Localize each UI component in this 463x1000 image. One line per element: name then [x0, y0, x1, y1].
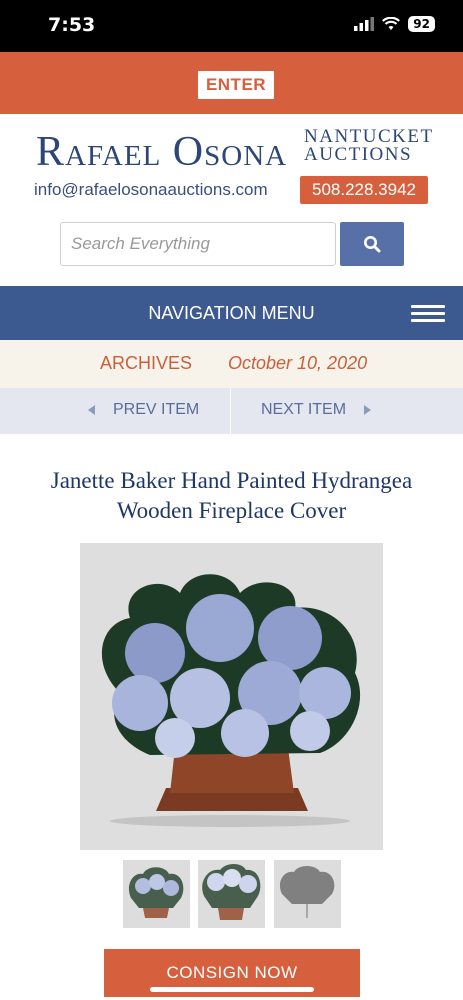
status-time: 7:53: [48, 14, 96, 36]
archives-link[interactable]: ARCHIVES: [100, 353, 192, 374]
pager-divider: [230, 388, 231, 434]
navigation-menu[interactable]: NAVIGATION MENU: [0, 286, 463, 340]
email-link[interactable]: info@rafaelosonaauctions.com: [34, 180, 268, 200]
prev-item-label: PREV ITEM: [113, 401, 200, 418]
next-item-button[interactable]: NEXT ITEM: [261, 401, 372, 419]
item-title: Janette Baker Hand Painted Hydrangea Woo…: [50, 468, 413, 523]
chevron-left-icon: [88, 405, 95, 415]
battery-icon: 92: [408, 16, 435, 32]
logo-main-text: Rafael Osona: [36, 129, 288, 175]
item-pager: [0, 388, 463, 434]
enter-button[interactable]: ENTER: [198, 71, 274, 99]
thumbnail-3[interactable]: [274, 860, 341, 928]
hamburger-icon[interactable]: [411, 305, 445, 323]
prev-item-button[interactable]: PREV ITEM: [88, 401, 199, 419]
main-item-image[interactable]: [80, 543, 383, 850]
signal-icon: [354, 17, 375, 31]
site-logo[interactable]: Rafael Osona: [36, 128, 287, 176]
navigation-menu-label: NAVIGATION MENU: [148, 303, 315, 323]
thumbnail-1[interactable]: [123, 860, 190, 928]
status-bar: 7:53 92: [0, 0, 463, 52]
search-button[interactable]: [340, 222, 404, 266]
archive-date: October 10, 2020: [228, 353, 368, 373]
wifi-icon: [382, 17, 401, 30]
thumbnail-image: [123, 860, 190, 928]
thumbnail-2[interactable]: [198, 860, 265, 928]
logo-sub: NANTUCKET AUCTIONS: [304, 127, 434, 165]
logo-sub-line2: AUCTIONS: [304, 144, 413, 165]
chevron-right-icon: [364, 405, 372, 415]
search-input[interactable]: [60, 222, 336, 266]
phone-button[interactable]: 508.228.3942: [300, 176, 428, 204]
search-icon: [364, 236, 381, 253]
status-icons: 92: [354, 16, 435, 32]
next-item-label: NEXT ITEM: [261, 401, 347, 418]
hydrangea-fireplace-cover-image: [80, 543, 383, 850]
thumbnail-image: [274, 860, 341, 928]
thumbnail-image: [198, 860, 265, 928]
home-indicator: [150, 987, 314, 992]
